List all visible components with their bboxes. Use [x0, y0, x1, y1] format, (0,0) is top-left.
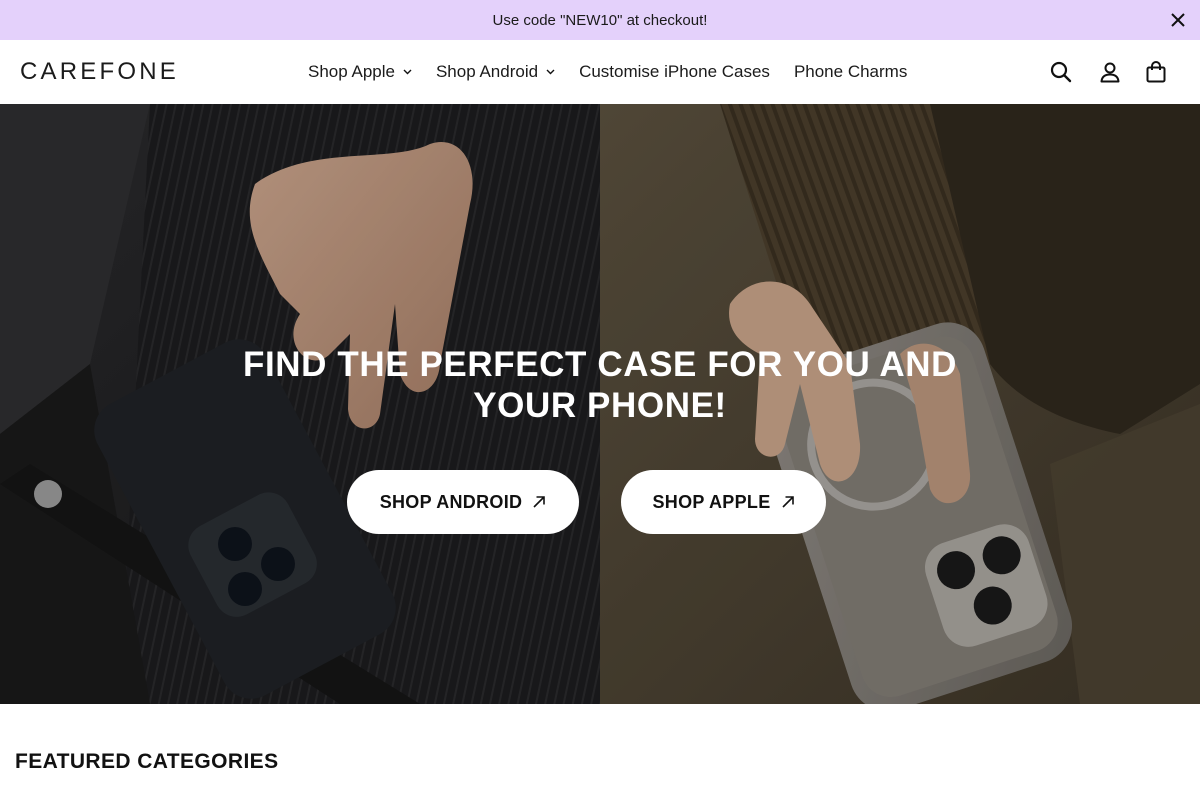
- chevron-down-icon: [546, 69, 555, 75]
- announcement-bar: Use code "NEW10" at checkout!: [0, 0, 1200, 40]
- chevron-down-icon: [403, 69, 412, 75]
- button-label: SHOP ANDROID: [379, 491, 523, 512]
- featured-categories-title: FEATURED CATEGORIES: [15, 750, 279, 773]
- close-icon[interactable]: [1168, 10, 1188, 30]
- nav-label: Shop Apple: [308, 62, 395, 81]
- nav-shop-apple[interactable]: Shop Apple: [308, 62, 412, 82]
- nav-shop-android[interactable]: Shop Android: [436, 62, 555, 82]
- account-icon[interactable]: [1098, 60, 1122, 84]
- nav-label: Phone Charms: [793, 62, 908, 81]
- button-label: SHOP APPLE: [652, 491, 771, 512]
- nav-label: Customise iPhone Cases: [579, 62, 770, 81]
- nav-phone-charms[interactable]: Phone Charms: [794, 62, 907, 82]
- hero-title: FIND THE PERFECT CASE FOR YOU AND YOUR P…: [242, 345, 957, 425]
- shop-android-button[interactable]: SHOP ANDROID: [347, 470, 579, 534]
- shop-apple-button[interactable]: SHOP APPLE: [621, 470, 826, 534]
- announcement-text: Use code "NEW10" at checkout!: [492, 11, 708, 29]
- logo[interactable]: CAREFONE: [20, 58, 179, 86]
- arrow-up-right-icon: [532, 495, 546, 509]
- nav-customise-cases[interactable]: Customise iPhone Cases: [579, 62, 770, 82]
- nav-label: Shop Android: [435, 62, 539, 81]
- search-icon[interactable]: [1049, 60, 1073, 84]
- main-nav: Shop Apple Shop Android Customise iPhone…: [308, 40, 931, 104]
- arrow-up-right-icon: [781, 495, 795, 509]
- cart-icon[interactable]: [1144, 60, 1168, 84]
- hero-banner: FIND THE PERFECT CASE FOR YOU AND YOUR P…: [0, 104, 1200, 704]
- site-header: CAREFONE Shop Apple Shop Android Customi…: [0, 40, 1200, 104]
